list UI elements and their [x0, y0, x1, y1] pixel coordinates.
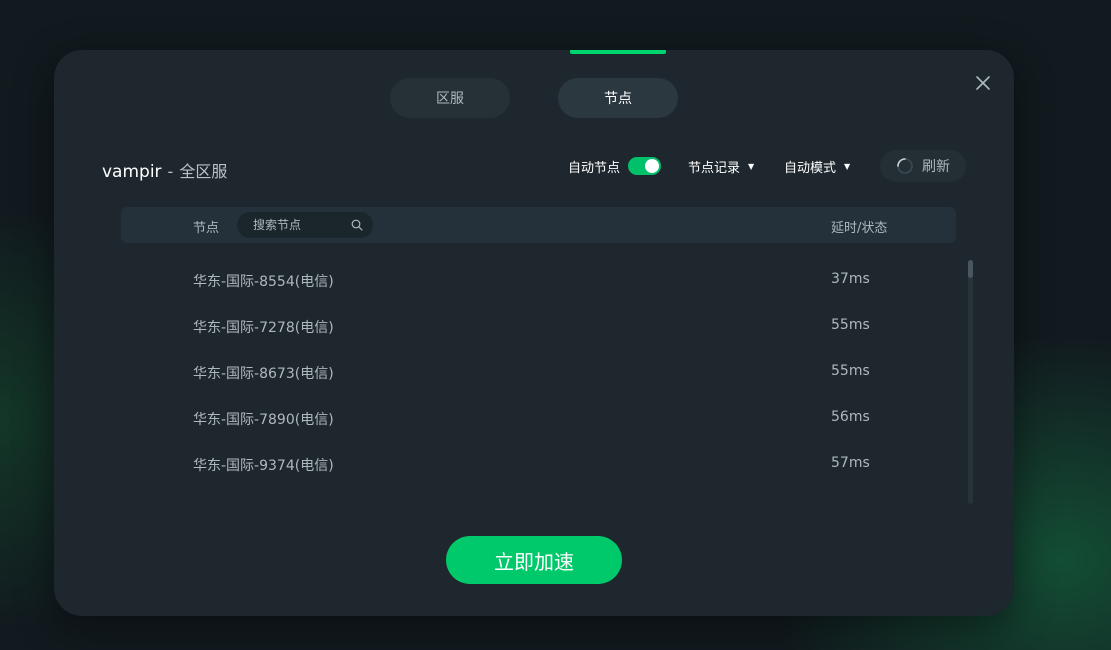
tab-node[interactable]: 节点: [558, 78, 678, 118]
node-select-dialog: 区服 节点 vampir - 全区服 自动节点 节点记录 ▼ 自动模式 ▼ 刷新…: [54, 50, 1014, 616]
node-name: 华东-国际-8554(电信): [193, 274, 334, 290]
caret-down-icon: ▼: [844, 161, 851, 171]
table-row[interactable]: 华东-国际-8554(电信) 37ms: [121, 257, 956, 303]
node-name: 华东-国际-7890(电信): [193, 412, 334, 428]
node-history-dropdown[interactable]: 节点记录 ▼: [688, 157, 755, 176]
active-tab-indicator: [570, 50, 666, 54]
node-search-box[interactable]: [237, 212, 373, 238]
node-latency: 56ms: [831, 409, 870, 425]
table-row[interactable]: 华东-国际-7278(电信) 55ms: [121, 303, 956, 349]
table-row[interactable]: 华东-国际-8673(电信) 55ms: [121, 349, 956, 395]
auto-node-label: 自动节点: [568, 160, 621, 176]
node-list: 华东-国际-8554(电信) 37ms 华东-国际-7278(电信) 55ms …: [121, 257, 956, 487]
table-row[interactable]: 华东-国际-9374(电信) 57ms: [121, 441, 956, 487]
tab-region[interactable]: 区服: [390, 78, 510, 118]
node-name: 华东-国际-7278(电信): [193, 320, 334, 336]
close-button[interactable]: [970, 70, 996, 96]
game-name: vampir: [102, 162, 162, 182]
title-separator: -: [167, 162, 174, 181]
node-name: 华东-国际-8673(电信): [193, 366, 334, 382]
accelerate-now-button[interactable]: 立即加速: [446, 536, 622, 584]
search-input[interactable]: [253, 218, 351, 232]
auto-mode-dropdown[interactable]: 自动模式 ▼: [784, 157, 851, 176]
node-history-label: 节点记录: [688, 160, 741, 176]
node-latency: 55ms: [831, 317, 870, 333]
close-icon: [976, 76, 990, 90]
node-name: 华东-国际-9374(电信): [193, 458, 334, 474]
auto-node-toggle[interactable]: [628, 157, 662, 175]
tab-region-label: 区服: [436, 91, 464, 107]
region-name: 全区服: [179, 162, 228, 181]
auto-node-control[interactable]: 自动节点: [568, 157, 662, 176]
column-header-node: 节点: [193, 221, 220, 236]
auto-mode-label: 自动模式: [784, 160, 837, 176]
node-latency: 37ms: [831, 271, 870, 287]
scrollbar[interactable]: [968, 260, 973, 504]
table-row[interactable]: 华东-国际-7890(电信) 56ms: [121, 395, 956, 441]
toggle-knob: [645, 159, 660, 173]
node-table-header: 节点 延时/状态: [121, 207, 956, 243]
node-latency: 55ms: [831, 363, 870, 379]
page-title: vampir - 全区服: [102, 158, 227, 182]
caret-down-icon: ▼: [748, 161, 755, 171]
scrollbar-thumb[interactable]: [968, 260, 973, 278]
tab-node-label: 节点: [604, 91, 632, 107]
search-icon[interactable]: [351, 219, 363, 231]
column-header-latency: 延时/状态: [831, 221, 888, 236]
refresh-spinner-icon: [897, 158, 913, 174]
refresh-label: 刷新: [922, 159, 950, 175]
node-latency: 57ms: [831, 455, 870, 471]
refresh-button[interactable]: 刷新: [880, 150, 966, 182]
